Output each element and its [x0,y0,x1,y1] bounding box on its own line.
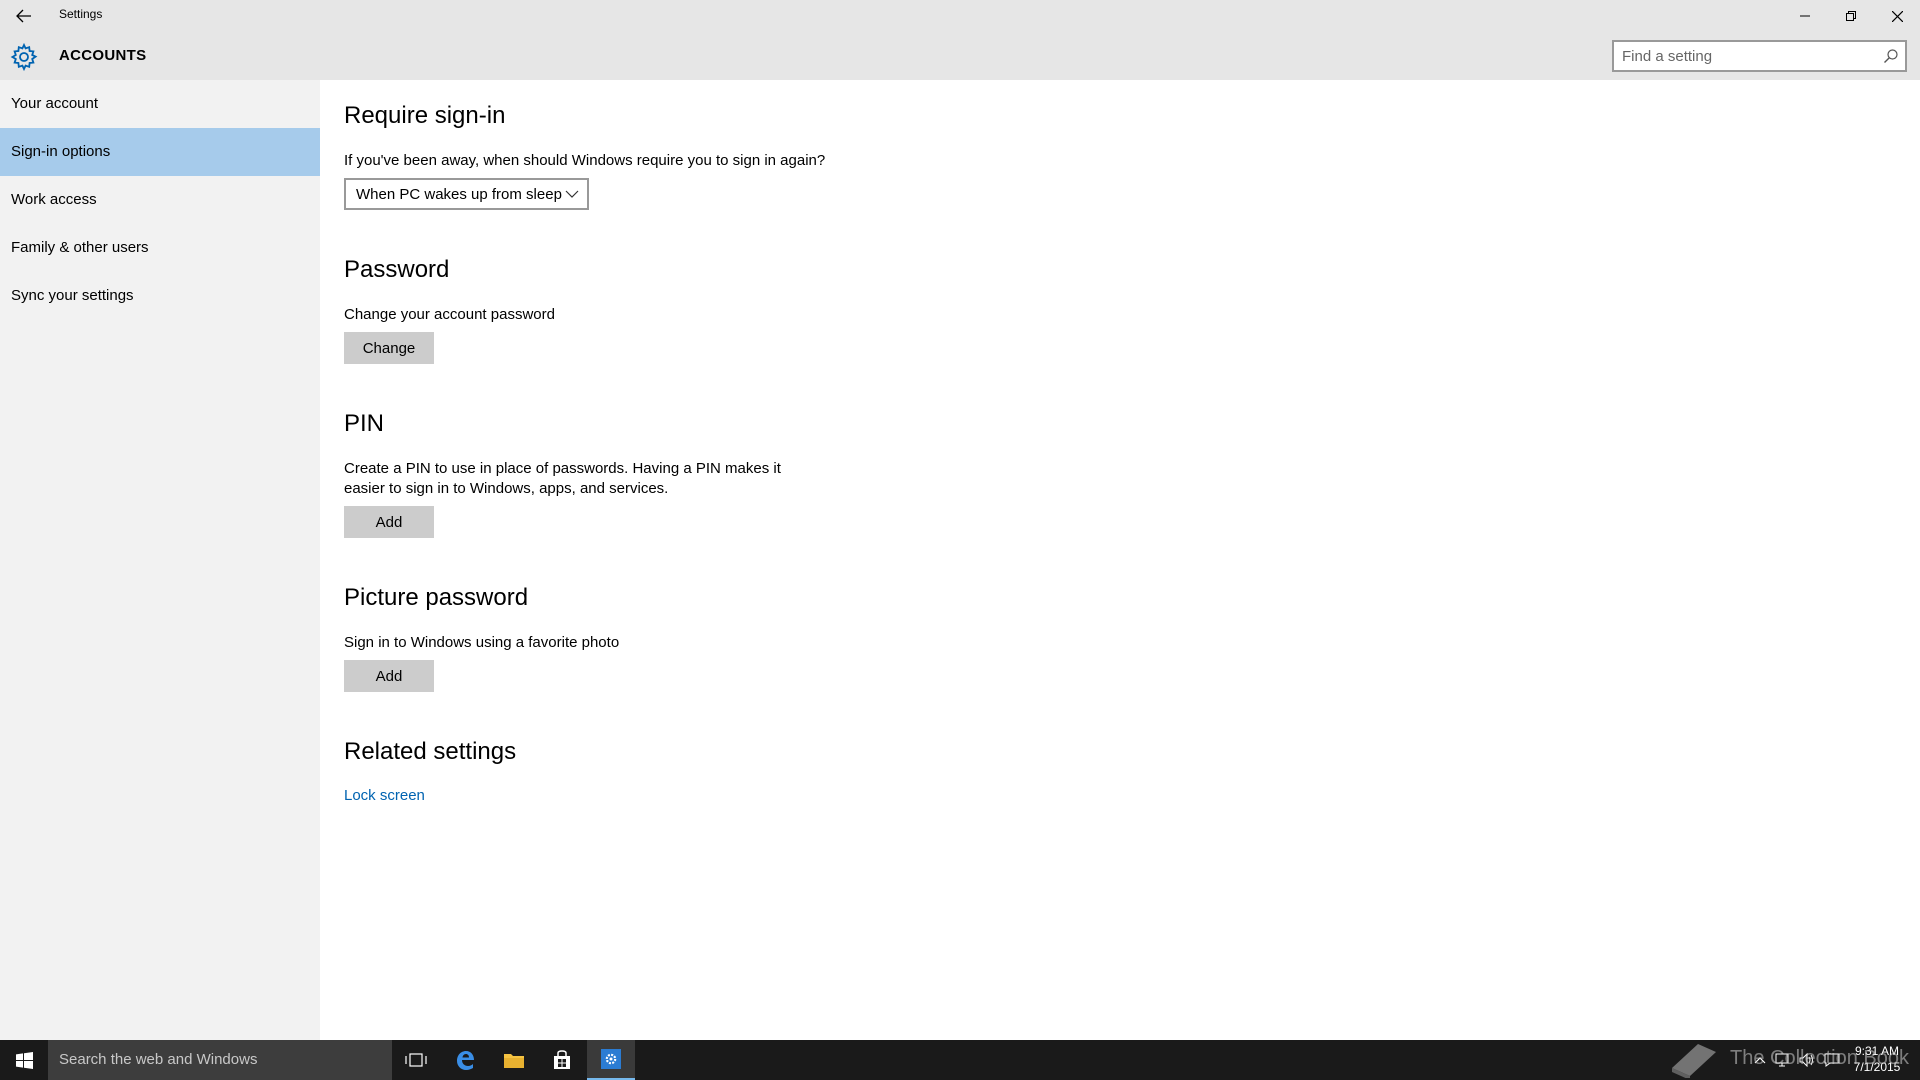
require-signin-dropdown[interactable]: When PC wakes up from sleep [344,178,589,210]
show-hidden-icons-button[interactable] [1750,1040,1770,1080]
file-explorer-button[interactable] [490,1040,538,1080]
taskbar-clock[interactable]: 9:31 AM 7/1/2015 [1846,1043,1908,1075]
store-icon [554,1050,570,1069]
close-button[interactable] [1874,0,1920,32]
action-center-button[interactable] [1820,1040,1844,1080]
picture-password-description: Sign in to Windows using a favorite phot… [344,634,620,651]
clock-date: 7/1/2015 [1853,1060,1901,1074]
message-icon [1824,1053,1840,1067]
back-button[interactable] [6,2,42,30]
picture-password-heading: Picture password [344,584,529,611]
edge-browser-button[interactable] [441,1040,489,1080]
window-title: Settings [59,7,103,21]
sidebar-item-your-account[interactable]: Your account [0,80,320,128]
windows-logo-icon [15,1051,33,1069]
minimize-button[interactable] [1782,0,1828,32]
search-box[interactable] [1612,40,1907,72]
task-view-icon [405,1053,427,1067]
edge-icon [457,1051,474,1070]
password-description: Change your account password [344,306,555,323]
folder-icon [504,1054,524,1068]
lock-screen-link[interactable]: Lock screen [344,787,425,804]
related-settings-heading: Related settings [344,738,517,765]
task-view-button[interactable] [392,1040,440,1080]
pin-heading: PIN [344,410,385,437]
restore-icon [1846,11,1856,21]
password-heading: Password [344,256,450,283]
change-password-button[interactable]: Change [344,332,434,364]
require-signin-heading: Require sign-in [344,102,506,129]
search-input[interactable] [1614,46,1864,66]
chevron-down-icon [565,190,579,198]
title-bar: Settings ACCOUNTS [0,0,1920,80]
add-pin-button[interactable]: Add [344,506,434,538]
settings-gear-icon [601,1049,621,1069]
pin-description-line1: Create a PIN to use in place of password… [344,460,781,477]
pin-description-line2: easier to sign in to Windows, apps, and … [344,480,669,497]
require-signin-question: If you've been away, when should Windows… [344,152,826,169]
taskbar: Search the web and Windows 9:31 AM 7/1/2… [0,1040,1920,1080]
sidebar-item-work-access[interactable]: Work access [0,176,320,224]
sidebar: Your account Sign-in options Work access… [0,80,320,1040]
settings-app-button[interactable] [587,1040,635,1080]
dropdown-selected-value: When PC wakes up from sleep [356,185,562,203]
network-icon [1775,1053,1789,1067]
minimize-icon [1800,15,1810,17]
gear-icon [10,43,38,71]
network-button[interactable] [1772,1040,1794,1080]
restore-button[interactable] [1828,0,1874,32]
speaker-icon [1799,1053,1813,1067]
search-icon[interactable] [1883,48,1899,64]
sidebar-item-family-other-users[interactable]: Family & other users [0,224,320,272]
chevron-up-icon [1754,1057,1766,1064]
sidebar-item-sync-settings[interactable]: Sync your settings [0,272,320,320]
store-button[interactable] [538,1040,586,1080]
close-icon [1891,10,1903,22]
volume-button[interactable] [1796,1040,1818,1080]
section-title: ACCOUNTS [59,47,147,64]
start-button[interactable] [0,1040,48,1080]
sidebar-item-sign-in-options[interactable]: Sign-in options [0,128,320,176]
back-arrow-icon [16,9,31,23]
clock-time: 9:31 AM [1854,1044,1900,1058]
add-picture-password-button[interactable]: Add [344,660,434,692]
taskbar-search-box[interactable]: Search the web and Windows [48,1040,392,1080]
